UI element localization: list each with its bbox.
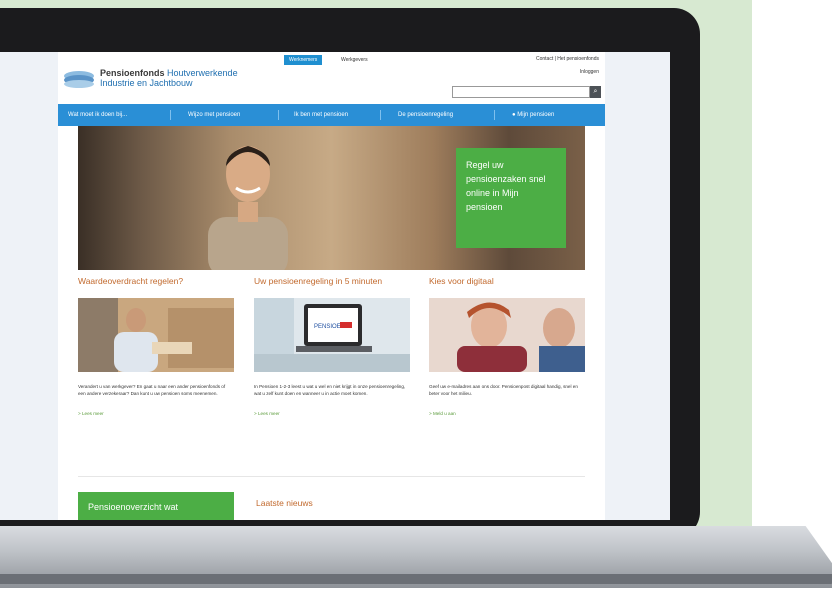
nav-item-wat-moet-ik-doen[interactable]: Wat moet ik doen bij... xyxy=(68,104,127,126)
nav-item-met-pensioen[interactable]: Ik ben met pensioen xyxy=(294,104,348,126)
nav-separator xyxy=(278,110,279,120)
signup-link[interactable]: > Meld u aan xyxy=(429,411,585,416)
logo-line-1: Pensioenfonds Houtverwerkende xyxy=(100,68,238,78)
tab-werknemers[interactable]: Werknemers xyxy=(284,55,323,65)
column-title[interactable]: Kies voor digitaal xyxy=(429,276,585,298)
laptop-screen: Pensioenfonds Houtverwerkende Industrie … xyxy=(0,52,670,520)
people-image xyxy=(429,298,585,372)
search-button[interactable]: ⌕ xyxy=(590,86,601,98)
main-navbar: Wat moet ik doen bij... Wijzo met pensio… xyxy=(58,104,605,126)
search-input[interactable] xyxy=(452,86,590,98)
laptop-bezel: Pensioenfonds Houtverwerkende Industrie … xyxy=(0,8,700,538)
feature-column-1: Waardeoverdracht regelen? Verandert u va… xyxy=(78,270,234,416)
column-text: Geef uw e-mailadres aan ons door. Pensio… xyxy=(429,384,578,396)
laptop-base-edge xyxy=(0,574,832,584)
read-more-link[interactable]: > Lees meer xyxy=(254,411,410,416)
latest-news-title: Laatste nieuws xyxy=(256,498,313,508)
nav-item-naar-pensioen[interactable]: Wijzo met pensioen xyxy=(188,104,240,126)
column-title[interactable]: Waardeoverdracht regelen? xyxy=(78,276,234,298)
hero-cta-box[interactable]: Regel uw pensioenzaken snel online in Mi… xyxy=(456,148,566,248)
login-link[interactable]: Inloggen xyxy=(580,69,599,75)
laptop-image: PENSIOEN xyxy=(254,298,410,372)
nav-separator xyxy=(170,110,171,120)
feature-column-3: Kies voor digitaal Geef uw e-mailadres a… xyxy=(429,270,585,416)
worker-image xyxy=(78,298,234,372)
nav-separator xyxy=(494,110,495,120)
pension-overview-box[interactable]: Pensioenoverzicht wat xyxy=(78,492,234,520)
hero-person-image xyxy=(208,146,288,270)
read-more-link[interactable]: > Lees meer xyxy=(78,411,234,416)
column-text: In Pensioen 1-2-3 leest u wat u wel en n… xyxy=(254,384,406,396)
logo-line-2: Industrie en Jachtbouw xyxy=(100,78,193,88)
column-text: Verandert u van werkgever? En gaat u naa… xyxy=(78,384,226,396)
nav-item-pensioenregeling[interactable]: De pensioenregeling xyxy=(398,104,453,126)
website-page: Pensioenfonds Houtverwerkende Industrie … xyxy=(58,52,605,520)
tab-werkgevers[interactable]: Werkgevers xyxy=(336,55,373,65)
top-links[interactable]: Contact | Het pensioenfonds xyxy=(536,56,599,62)
user-icon: ● xyxy=(512,112,516,118)
background-margin xyxy=(752,0,832,605)
nav-separator xyxy=(380,110,381,120)
hero-banner: Regel uw pensioenzaken snel online in Mi… xyxy=(78,126,585,270)
feature-column-2: Uw pensioenregeling in 5 minuten PENSIOE… xyxy=(254,270,410,416)
nav-item-mijn-pensioen[interactable]: ● Mijn pensioen xyxy=(512,104,554,126)
section-divider xyxy=(78,476,585,477)
logo-icon xyxy=(64,71,94,88)
search-icon: ⌕ xyxy=(593,88,598,95)
column-title[interactable]: Uw pensioenregeling in 5 minuten xyxy=(254,276,410,298)
